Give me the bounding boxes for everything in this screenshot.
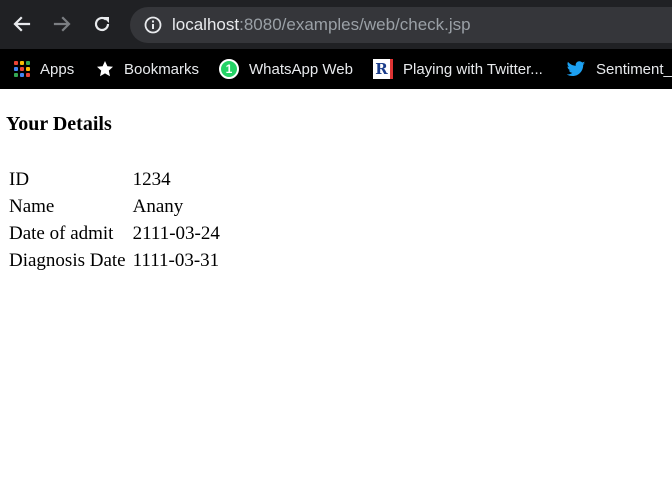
bookmark-label: WhatsApp Web xyxy=(249,60,353,78)
bookmark-bookmarks[interactable]: Bookmarks xyxy=(96,49,199,89)
whatsapp-icon: 1 xyxy=(219,59,239,79)
bookmark-apps[interactable]: Apps xyxy=(14,49,74,89)
row-value-name: Anany xyxy=(132,196,184,217)
bookmarks-bar: Apps Bookmarks 1 WhatsApp Web R Playing … xyxy=(0,49,672,89)
details-table: ID 1234 Name Anany Date of admit 2111-03… xyxy=(6,165,223,275)
arrow-left-icon xyxy=(13,16,31,32)
row-label-diagnosis-date: Diagnosis Date xyxy=(9,250,126,271)
twitter-icon xyxy=(566,60,586,76)
apps-grid-icon xyxy=(14,61,30,77)
reload-button[interactable] xyxy=(90,12,114,36)
table-row: Name Anany xyxy=(8,194,221,219)
row-label-date-of-admit: Date of admit xyxy=(9,223,114,244)
url-host: localhost xyxy=(172,15,240,34)
r-logo-icon: R xyxy=(373,59,393,79)
address-bar[interactable]: localhost:8080/examples/web/check.jsp xyxy=(130,7,672,43)
star-icon xyxy=(97,61,113,77)
whatsapp-badge: 1 xyxy=(225,62,233,76)
row-value-id: 1234 xyxy=(132,169,171,190)
bookmark-playing-with-twitter[interactable]: R Playing with Twitter... xyxy=(373,49,543,89)
bookmark-label: Apps xyxy=(40,60,75,78)
row-label-id: ID xyxy=(9,169,30,190)
page-title: Your Details xyxy=(6,113,112,135)
browser-toolbar: localhost:8080/examples/web/check.jsp xyxy=(0,0,672,49)
table-row: Diagnosis Date 1111-03-31 xyxy=(8,248,221,273)
page-content: Your Details ID 1234 Name Anany Date of … xyxy=(0,89,672,498)
row-label-name: Name xyxy=(9,196,55,217)
bookmark-sentiment[interactable]: Sentiment_ xyxy=(566,49,672,89)
arrow-right-icon xyxy=(53,16,71,32)
row-value-date-of-admit: 2111-03-24 xyxy=(132,223,220,244)
row-value-diagnosis-date: 1111-03-31 xyxy=(132,250,220,271)
bookmark-whatsapp[interactable]: 1 WhatsApp Web xyxy=(219,49,353,89)
url-path: :8080/examples/web/check.jsp xyxy=(239,15,471,34)
table-row: Date of admit 2111-03-24 xyxy=(8,221,221,246)
forward-button[interactable] xyxy=(50,12,74,36)
bookmark-label: Sentiment_ xyxy=(596,60,672,78)
table-row: ID 1234 xyxy=(8,167,221,192)
bookmark-label: Bookmarks xyxy=(124,60,200,78)
reload-icon xyxy=(94,16,110,32)
back-button[interactable] xyxy=(10,12,34,36)
url-text[interactable]: localhost:8080/examples/web/check.jsp xyxy=(172,15,471,35)
bookmark-label: Playing with Twitter... xyxy=(403,60,543,78)
info-icon[interactable] xyxy=(144,16,162,34)
